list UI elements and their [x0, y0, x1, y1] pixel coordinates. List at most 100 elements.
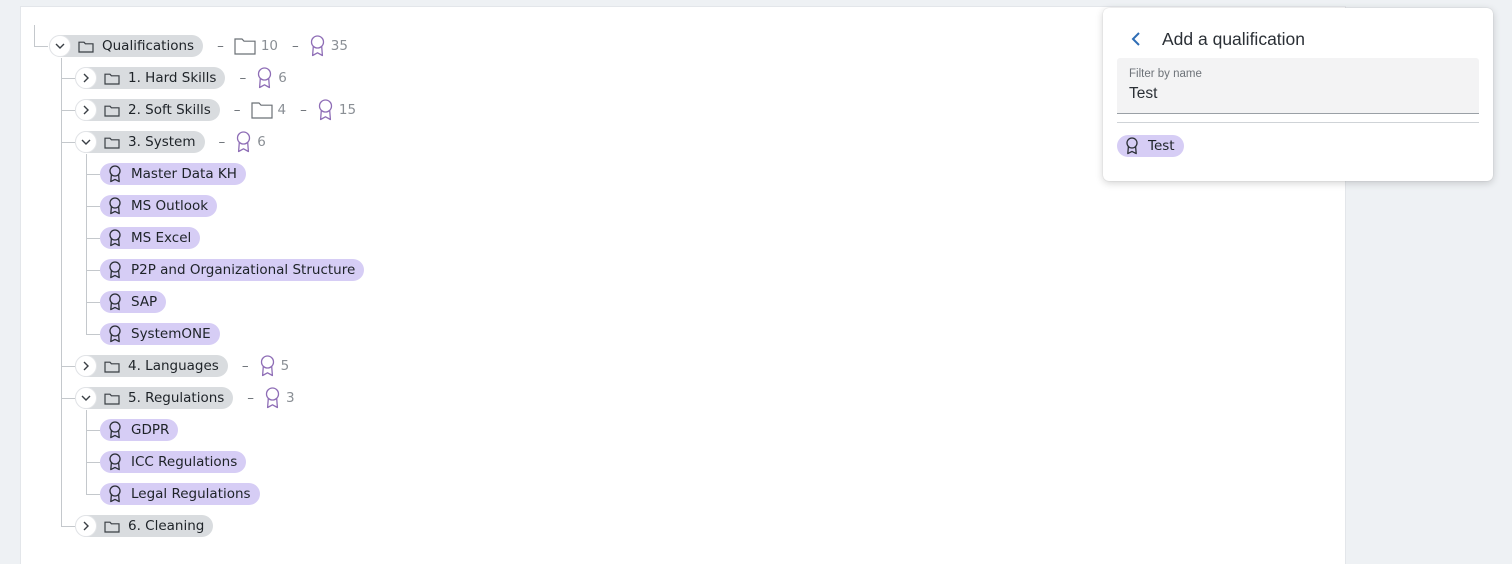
group-folder-pill[interactable]: 1. Hard Skills [75, 67, 226, 89]
tree-group-row: 4. Languages – 5 [75, 355, 303, 377]
tree-line [86, 302, 100, 303]
folder-icon [250, 102, 273, 119]
tree-line [34, 46, 48, 47]
tree-line [61, 366, 75, 367]
result-label: Test [1148, 138, 1175, 154]
folder-count: 10 [234, 37, 278, 55]
group-folder-pill[interactable]: 3. System [75, 131, 205, 153]
collapse-toggle[interactable] [49, 35, 71, 57]
chevron-right-icon [83, 361, 89, 371]
qualification-pill[interactable]: MS Outlook [100, 195, 218, 217]
separator: – [241, 358, 249, 374]
root-stats: – 10 – 35 [217, 35, 362, 57]
group-label: 1. Hard Skills [128, 70, 217, 86]
tree-group-row: 2. Soft Skills – 4 – 15 [75, 99, 370, 121]
tree-root-row: Qualifications – 10 – 35 [49, 35, 362, 57]
folder-icon [104, 392, 120, 405]
separator: – [233, 102, 241, 118]
qualification-pill[interactable]: MS Excel [100, 227, 201, 249]
qualification-label: Master Data KH [131, 166, 237, 182]
qualification-pill[interactable]: SAP [100, 291, 167, 313]
qualification-row: SAP [100, 291, 167, 313]
group-stats: – 5 [242, 355, 303, 377]
separator: – [239, 70, 247, 86]
search-result: Test [1117, 135, 1184, 157]
group-stats: – 4 – 15 [234, 99, 370, 121]
result-qualification-pill[interactable]: Test [1117, 135, 1184, 157]
folder-icon [234, 38, 256, 55]
back-arrow-icon [1131, 32, 1140, 46]
qualification-count: 5 [259, 355, 289, 377]
award-ribbon-icon [108, 261, 122, 279]
qualification-pill[interactable]: SystemONE [100, 323, 220, 345]
tree-line [61, 142, 75, 143]
group-folder-pill[interactable]: 2. Soft Skills [75, 99, 220, 121]
filter-label: Filter by name [1129, 68, 1202, 80]
chevron-right-icon [83, 521, 89, 531]
expand-toggle[interactable] [75, 99, 97, 121]
award-ribbon-icon [108, 197, 122, 215]
group-folder-pill[interactable]: 6. Cleaning [75, 515, 214, 537]
award-ribbon-icon [265, 387, 280, 409]
qualification-row: Legal Regulations [100, 483, 260, 505]
tree-line [86, 334, 100, 335]
tree-line [61, 110, 75, 111]
award-ribbon-icon [1125, 137, 1139, 155]
expand-toggle[interactable] [75, 67, 97, 89]
chevron-down-icon [55, 43, 65, 49]
tree-line [86, 154, 87, 335]
tree-line [86, 462, 100, 463]
qualification-pill[interactable]: Master Data KH [100, 163, 246, 185]
qualification-count: 3 [264, 387, 295, 409]
group-label: 4. Languages [128, 358, 219, 374]
filter-input[interactable] [1129, 85, 1459, 103]
qualification-label: MS Outlook [131, 198, 209, 214]
separator: – [217, 38, 224, 54]
chevron-right-icon [83, 73, 89, 83]
group-folder-pill[interactable]: 4. Languages [75, 355, 228, 377]
collapse-toggle[interactable] [75, 131, 97, 153]
tree-line [86, 206, 100, 207]
expand-toggle[interactable] [75, 355, 97, 377]
qualification-row: ICC Regulations [100, 451, 247, 473]
tree-line [61, 526, 75, 527]
folder-icon [104, 72, 120, 85]
qualification-pill[interactable]: GDPR [100, 419, 179, 441]
qualification-label: ICC Regulations [131, 454, 238, 470]
filter-field[interactable]: Filter by name [1117, 58, 1479, 114]
award-ribbon-icon [108, 229, 122, 247]
award-ribbon-icon [108, 293, 122, 311]
back-button[interactable] [1123, 26, 1149, 52]
root-folder-label: Qualifications [102, 38, 195, 54]
qualification-pill[interactable]: P2P and Organizational Structure [100, 259, 365, 281]
expand-toggle[interactable] [75, 515, 97, 537]
group-label: 6. Cleaning [128, 518, 205, 534]
root-folder-pill[interactable]: Qualifications [49, 35, 204, 57]
award-ribbon-icon [108, 485, 122, 503]
tree-line [86, 270, 100, 271]
tree-group-row: 3. System – 6 [75, 131, 280, 153]
award-ribbon-icon [108, 165, 122, 183]
chevron-down-icon [81, 139, 91, 145]
panel-header: Add a qualification [1103, 26, 1305, 52]
separator: – [300, 102, 307, 118]
folder-count: 4 [250, 101, 286, 119]
tree-group-row: 1. Hard Skills – 6 [75, 67, 301, 89]
award-ribbon-icon [318, 99, 333, 121]
tree-group-row: 6. Cleaning [75, 515, 214, 537]
separator: – [292, 38, 299, 54]
group-folder-pill[interactable]: 5. Regulations [75, 387, 234, 409]
separator: – [247, 390, 255, 406]
qualification-pill[interactable]: Legal Regulations [100, 483, 260, 505]
folder-icon [78, 40, 94, 53]
qualification-pill[interactable]: ICC Regulations [100, 451, 247, 473]
collapse-toggle[interactable] [75, 387, 97, 409]
group-label: 3. System [128, 134, 196, 150]
qualification-row: P2P and Organizational Structure [100, 259, 365, 281]
group-stats: – 6 [239, 67, 300, 89]
award-ribbon-icon [108, 325, 122, 343]
qualification-row: MS Outlook [100, 195, 218, 217]
separator: – [218, 134, 226, 150]
folder-icon [104, 136, 120, 149]
tree-line [86, 494, 100, 495]
